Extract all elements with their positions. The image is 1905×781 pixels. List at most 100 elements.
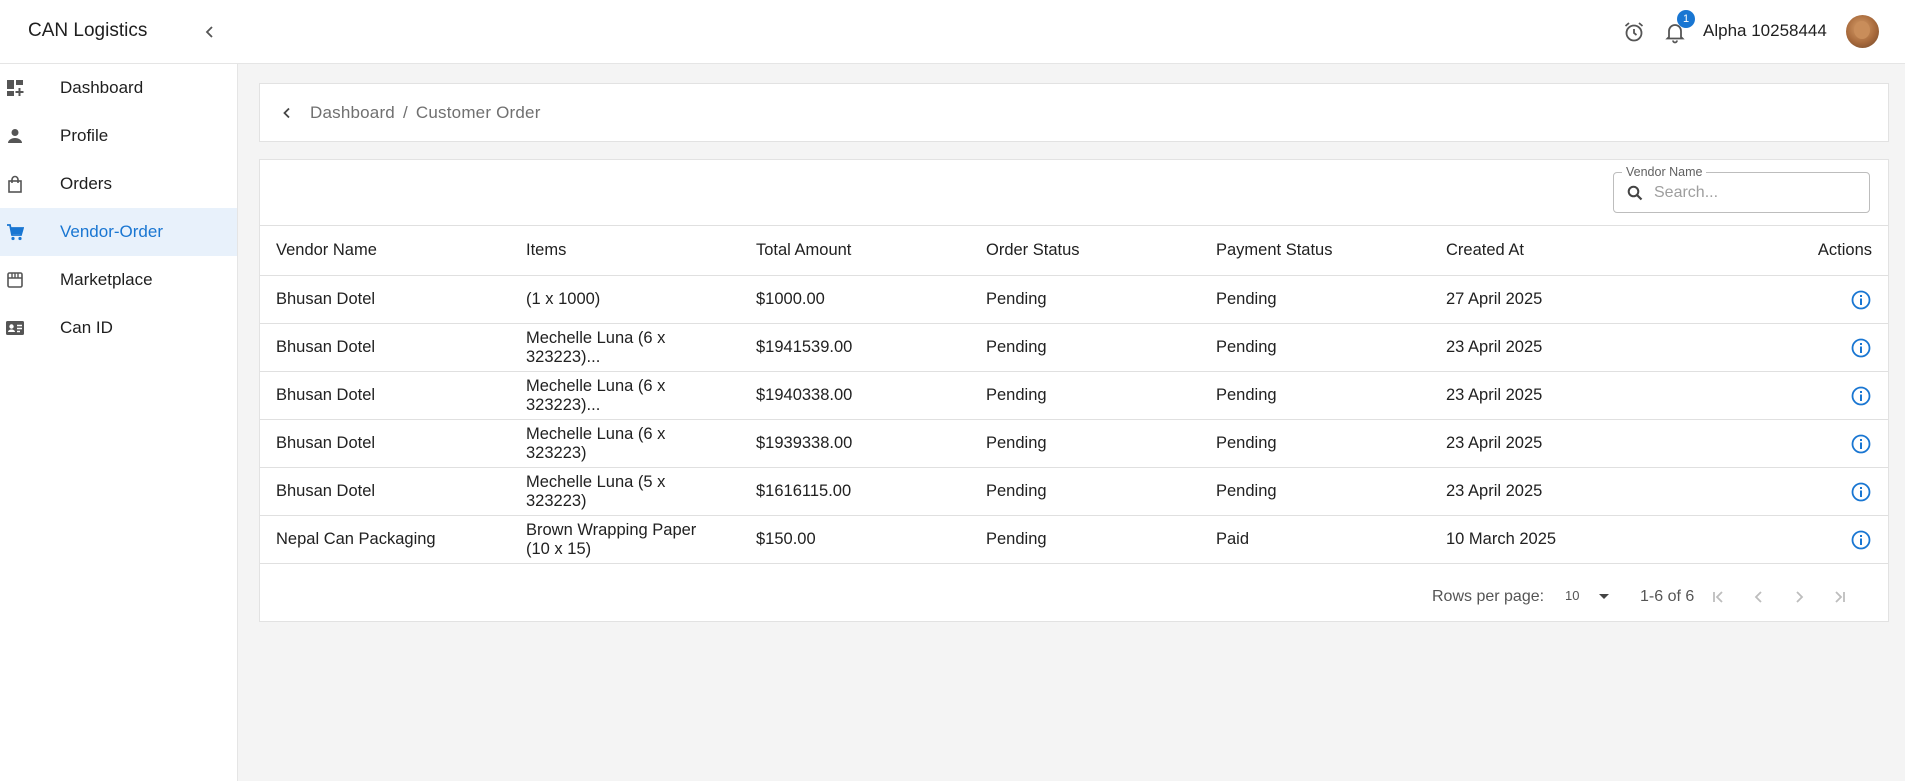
info-icon[interactable] [1850, 289, 1872, 311]
cell-created-at: 23 April 2025 [1430, 467, 1660, 516]
info-icon[interactable] [1850, 433, 1872, 455]
cell-order-status: Pending [970, 371, 1200, 420]
cell-vendor-name: Bhusan Dotel [260, 467, 510, 516]
search-field-label: Vendor Name [1622, 165, 1707, 179]
cell-actions [1660, 419, 1888, 468]
breadcrumb-separator: / [402, 103, 408, 122]
items-line: Mechelle Luna (6 x [526, 376, 666, 395]
cell-actions [1660, 515, 1888, 564]
cell-actions [1660, 371, 1888, 420]
cell-order-status: Pending [970, 515, 1200, 564]
last-page-button[interactable] [1827, 585, 1851, 609]
vendor-search-field[interactable]: Vendor Name [1613, 165, 1870, 213]
chevron-left-icon [1754, 591, 1762, 603]
column-header-items[interactable]: Items [510, 225, 740, 276]
rows-per-page-select[interactable]: 10 [1565, 588, 1615, 608]
rows-per-page-label: Rows per page: [1432, 588, 1545, 605]
column-header-order-status[interactable]: Order Status [970, 225, 1200, 276]
first-page-button[interactable] [1707, 585, 1731, 609]
cart-icon [5, 222, 25, 242]
column-header-total-amount[interactable]: Total Amount [740, 225, 970, 276]
cell-items: (1 x 1000) [510, 275, 740, 324]
cell-actions [1660, 275, 1888, 324]
alarm-clock-icon [1624, 22, 1644, 42]
cell-items: Mechelle Luna (6 x 323223) [510, 419, 740, 468]
sidebar-item-label: Can ID [60, 318, 113, 337]
items-line: 323223)... [526, 347, 601, 366]
store-icon [5, 270, 25, 290]
search-input[interactable] [1654, 182, 1854, 204]
sidebar-item-orders[interactable]: Orders [0, 160, 237, 208]
info-icon[interactable] [1850, 385, 1872, 407]
table-row: Bhusan Dotel (1 x 1000) $1000.00 Pending… [260, 275, 1888, 324]
cell-total-amount: $1000.00 [740, 275, 970, 324]
orders-table: Vendor Name Items Total Amount Order Sta… [260, 225, 1888, 564]
collapse-sidebar-button[interactable] [198, 20, 222, 44]
sidebar-item-dashboard[interactable]: Dashboard [0, 64, 237, 112]
cell-order-status: Pending [970, 467, 1200, 516]
alarm-button[interactable] [1622, 20, 1646, 44]
cell-items: Mechelle Luna (6 x 323223)... [510, 323, 740, 372]
items-line: 323223) [526, 491, 587, 510]
chevron-right-icon [1796, 591, 1804, 603]
breadcrumb: Dashboard / Customer Order [310, 103, 541, 123]
info-icon[interactable] [1850, 529, 1872, 551]
cell-created-at: 27 April 2025 [1430, 275, 1660, 324]
column-header-created-at[interactable]: Created At [1430, 225, 1660, 276]
breadcrumb-current: Customer Order [415, 103, 541, 122]
cell-items: Mechelle Luna (5 x 323223) [510, 467, 740, 516]
items-line: Brown Wrapping Paper [526, 520, 697, 539]
cell-total-amount: $1940338.00 [740, 371, 970, 420]
chevron-left-icon [283, 107, 290, 119]
cell-payment-status: Pending [1200, 323, 1430, 372]
info-icon[interactable] [1850, 337, 1872, 359]
table-row: Bhusan Dotel Mechelle Luna (6 x 323223)..… [260, 371, 1888, 420]
user-name[interactable]: Alpha 10258444 [1703, 21, 1827, 41]
cell-payment-status: Pending [1200, 275, 1430, 324]
table-row: Bhusan Dotel Mechelle Luna (5 x 323223) $… [260, 467, 1888, 516]
back-button[interactable] [276, 102, 298, 124]
cell-order-status: Pending [970, 275, 1200, 324]
orders-table-card: Vendor Name Vendor Name Items Total Amou… [259, 159, 1889, 622]
cell-payment-status: Pending [1200, 419, 1430, 468]
next-page-button[interactable] [1787, 585, 1811, 609]
cell-order-status: Pending [970, 323, 1200, 372]
breadcrumb-card: Dashboard / Customer Order [259, 83, 1889, 142]
caret-down-icon [1599, 594, 1609, 599]
table-row: Bhusan Dotel Mechelle Luna (6 x 323223) $… [260, 419, 1888, 468]
sidebar-item-label: Marketplace [60, 270, 153, 289]
cell-vendor-name: Bhusan Dotel [260, 419, 510, 468]
search-icon [1627, 185, 1643, 201]
items-line: (1 x 1000) [526, 290, 601, 308]
table-row: Nepal Can Packaging Brown Wrapping Paper… [260, 515, 1888, 564]
dashboard-icon [5, 78, 25, 98]
previous-page-button[interactable] [1747, 585, 1771, 609]
notification-badge: 1 [1677, 10, 1695, 28]
cell-payment-status: Pending [1200, 371, 1430, 420]
column-header-vendor-name[interactable]: Vendor Name [260, 225, 510, 276]
sidebar-item-marketplace[interactable]: Marketplace [0, 256, 237, 304]
sidebar: Dashboard Profile Orders Vendor-Order Ma… [0, 64, 238, 781]
cell-total-amount: $150.00 [740, 515, 970, 564]
sidebar-item-vendor-order[interactable]: Vendor-Order [0, 208, 237, 256]
table-row: Bhusan Dotel Mechelle Luna (6 x 323223)..… [260, 323, 1888, 372]
cell-total-amount: $1941539.00 [740, 323, 970, 372]
cell-vendor-name: Bhusan Dotel [260, 275, 510, 324]
first-page-icon [1713, 591, 1723, 603]
id-card-icon [5, 318, 25, 338]
main-content: Dashboard / Customer Order Vendor Name Ven… [238, 64, 1905, 781]
sidebar-item-can-id[interactable]: Can ID [0, 304, 237, 352]
rows-per-page-value: 10 [1565, 588, 1580, 603]
cell-created-at: 23 April 2025 [1430, 371, 1660, 420]
sidebar-item-profile[interactable]: Profile [0, 112, 237, 160]
cell-actions [1660, 323, 1888, 372]
breadcrumb-link-dashboard[interactable]: Dashboard [310, 103, 395, 122]
avatar[interactable] [1846, 15, 1879, 48]
cell-vendor-name: Nepal Can Packaging [260, 515, 510, 564]
cell-created-at: 23 April 2025 [1430, 419, 1660, 468]
cell-order-status: Pending [970, 419, 1200, 468]
info-icon[interactable] [1850, 481, 1872, 503]
items-line: 323223)... [526, 395, 601, 414]
chevron-left-icon [205, 26, 213, 38]
column-header-payment-status[interactable]: Payment Status [1200, 225, 1430, 276]
